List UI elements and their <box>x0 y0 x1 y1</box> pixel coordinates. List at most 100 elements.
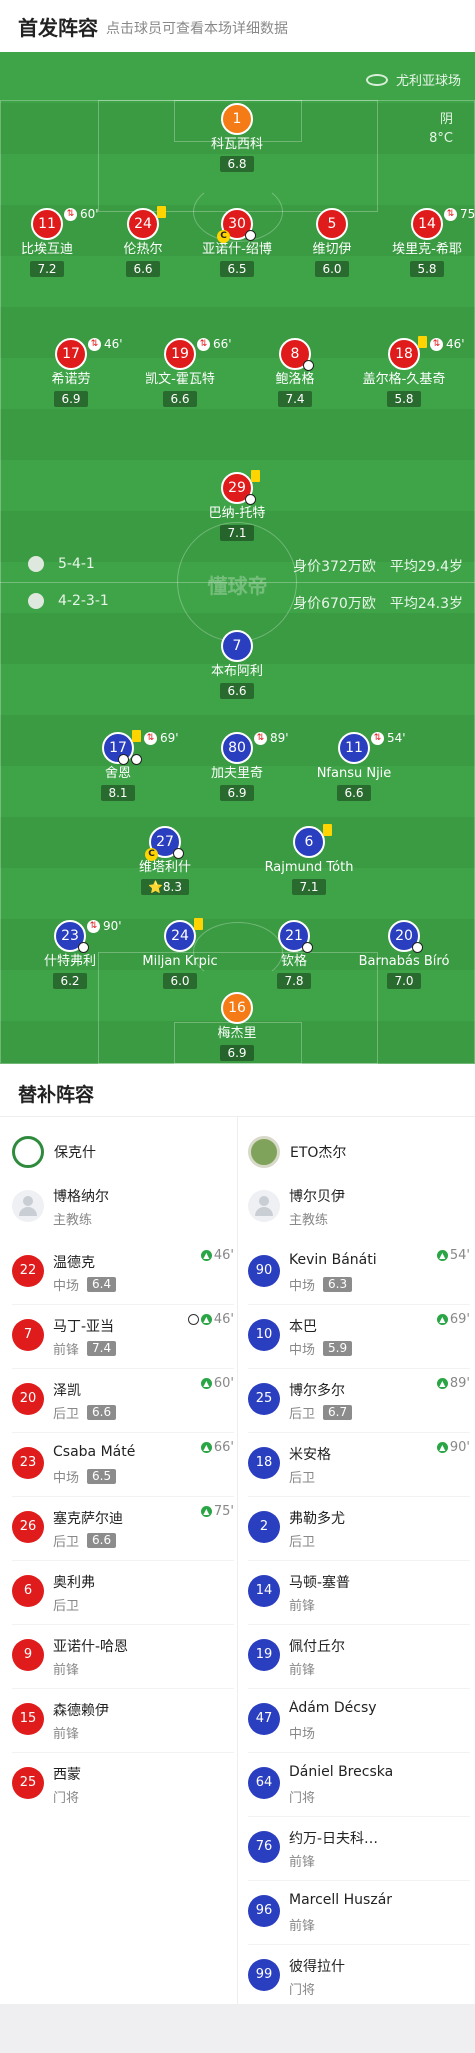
player-home-14[interactable]: 14 ⇅75' 埃里克-希耶 5.8 <box>362 207 475 277</box>
sub-minute: 89' <box>270 731 289 745</box>
sub-name: 马丁-亚当 <box>53 1319 115 1335</box>
player-away-27[interactable]: 27 C 维塔利什 ⭐8.3 <box>100 826 230 895</box>
rating-value: 8.3 <box>162 880 183 894</box>
sub-number: 64 <box>248 1767 280 1799</box>
sub-name: 森德赖伊 <box>53 1703 109 1719</box>
player-rating: 6.6 <box>220 683 254 699</box>
away-sub-47[interactable]: 47 Ádám Décsy 中场 <box>248 1694 470 1744</box>
home-sub-20[interactable]: 20 泽凯 后卫 6.6 ▲ 60' <box>12 1374 234 1424</box>
player-rating: 6.8 <box>220 156 254 172</box>
sub-number: 47 <box>248 1703 280 1735</box>
player-rating: 6.6 <box>126 261 160 277</box>
substitution-icon: ⇅ <box>88 337 101 351</box>
avatar-icon <box>12 1190 44 1222</box>
sub-number: 26 <box>12 1511 44 1543</box>
player-away-20[interactable]: 20 Barnabás Bíró 7.0 <box>339 920 469 989</box>
captain-icon: C <box>217 230 230 243</box>
sub-name: 塞克萨尔迪 <box>53 1511 123 1527</box>
away-sub-19[interactable]: 19 佩付丘尔 前锋 <box>248 1630 470 1680</box>
away-team-header: ETO杰尔 <box>248 1134 346 1170</box>
player-away-17[interactable]: 17 ⇅ 69' 舍恩 8.1 <box>53 730 183 801</box>
player-name: 埃里克-希耶 <box>392 242 462 257</box>
player-number: 30 <box>228 216 246 232</box>
home-sub-23[interactable]: 23 Csaba Máté 中场 6.5 ▲ 66' <box>12 1438 234 1488</box>
player-away-80[interactable]: 80 ⇅ 89' 加夫里奇 6.9 <box>172 731 302 801</box>
sub-off-badge: ⇅ 66' <box>197 337 232 351</box>
away-coach[interactable]: 博尔贝伊 主教练 <box>248 1182 468 1232</box>
away-sub-10[interactable]: 10 本巴 中场 5.9 ▲ 69' <box>248 1310 470 1360</box>
sub-number: 10 <box>248 1319 280 1351</box>
away-sub-64[interactable]: 64 Dániel Brecska 门将 <box>248 1758 470 1808</box>
player-away-16[interactable]: 16 梅杰里 6.9 <box>172 992 302 1061</box>
player-home-18[interactable]: 18 ⇅ 46' 盖尔格-久基奇 5.8 <box>339 336 469 407</box>
player-home-29[interactable]: 29 巴纳-托特 7.1 <box>172 470 302 541</box>
sub-position: 前锋 <box>289 1599 316 1614</box>
sub-in-icon: ▲ <box>200 1314 212 1325</box>
sub-position: 后卫 <box>289 1471 316 1486</box>
sub-name: 博尔多尔 <box>289 1383 345 1399</box>
sub-position: 后卫 <box>53 1535 80 1550</box>
away-sub-99[interactable]: 99 彼得拉什 门将 <box>248 1950 470 2000</box>
player-home-1[interactable]: 1 科瓦西科 6.8 <box>172 103 302 172</box>
home-sub-6[interactable]: 6 奥利弗 后卫 <box>12 1566 234 1616</box>
sub-rating: 6.6 <box>87 1405 117 1420</box>
player-away-7[interactable]: 7 本布阿利 6.6 <box>172 630 302 699</box>
away-sub-14[interactable]: 14 马顿-塞普 前锋 <box>248 1566 470 1616</box>
home-formation: 5-4-1 <box>58 556 95 572</box>
star-icon: ⭐ <box>147 880 163 894</box>
home-sub-9[interactable]: 9 亚诺什-哈恩 前锋 <box>12 1630 234 1680</box>
player-rating: 6.9 <box>220 785 254 801</box>
sub-position: 后卫 <box>289 1407 316 1422</box>
player-away-24[interactable]: 24 Miljan Krpic 6.0 <box>115 918 245 989</box>
pitch: 懂球帝 尤利亚球场 阴 8°C 1 科瓦西科 6.8 11 ⇅ 60' 比埃互迪 … <box>0 52 475 1064</box>
home-coach[interactable]: 博格纳尔 主教练 <box>12 1182 232 1232</box>
sub-minute: 46' <box>446 337 465 351</box>
sub-name: 温德克 <box>53 1255 95 1271</box>
away-sub-25[interactable]: 25 博尔多尔 后卫 6.7 ▲ 89' <box>248 1374 470 1424</box>
player-name: Miljan Krpic <box>142 954 218 969</box>
home-sub-7[interactable]: 7 马丁-亚当 前锋 7.4 ▲ 46' <box>12 1310 234 1360</box>
home-sub-25[interactable]: 25 西蒙 门将 <box>12 1758 234 1808</box>
player-away-6[interactable]: 6 Rajmund Tóth 7.1 <box>244 824 374 895</box>
player-rating: 6.6 <box>163 391 197 407</box>
venue-label: 尤利亚球场 <box>365 70 461 89</box>
home-sub-26[interactable]: 26 塞克萨尔迪 后卫 6.6 ▲ 75' <box>12 1502 234 1552</box>
away-sub-76[interactable]: 76 约万-日夫科… 前锋 <box>248 1822 470 1872</box>
sub-number: 90 <box>248 1255 280 1287</box>
substitution-icon: ⇅ <box>197 337 210 351</box>
sub-position: 前锋 <box>289 1663 316 1678</box>
player-number: 8 <box>290 346 300 362</box>
sub-number: 96 <box>248 1895 280 1927</box>
player-name: 梅杰里 <box>217 1026 257 1041</box>
sub-on-minute: 46' <box>213 1312 234 1327</box>
sub-minute: 54' <box>387 731 406 745</box>
sub-in-icon <box>245 230 256 241</box>
sub-number: 22 <box>12 1255 44 1287</box>
sub-position: 中场 <box>289 1279 316 1294</box>
sub-off-badge: ⇅ 54' <box>371 731 406 745</box>
sub-in-icon: ▲ <box>436 1442 448 1453</box>
player-name: 加夫里奇 <box>210 766 263 781</box>
away-squad-value: 身价670万欧 <box>293 596 376 612</box>
sub-off-badge: ⇅75' <box>444 207 475 221</box>
subs-title: 替补阵容 <box>18 1084 95 1106</box>
away-sub-18[interactable]: 18 米安格 后卫 ▲ 90' <box>248 1438 470 1488</box>
player-home-19[interactable]: 19 ⇅ 66' 凯文-霍瓦特 6.6 <box>115 337 245 407</box>
sub-position: 门将 <box>289 1983 316 1998</box>
sub-number: 20 <box>12 1383 44 1415</box>
player-away-11[interactable]: 11 ⇅ 54' Nfansu Njie 6.6 <box>289 731 419 801</box>
home-sub-22[interactable]: 22 温德克 中场 6.4 ▲ 46' <box>12 1246 234 1296</box>
sub-number: 76 <box>248 1831 280 1863</box>
sub-rating: 7.4 <box>87 1341 117 1356</box>
goal-icon <box>302 942 313 953</box>
home-squad-value: 身价372万欧 <box>293 559 376 575</box>
player-name: 科瓦西科 <box>210 137 263 152</box>
sub-number: 99 <box>248 1959 280 1991</box>
player-rating: 8.1 <box>101 785 135 801</box>
away-sub-90[interactable]: 90 Kevin Bánáti 中场 6.3 ▲ 54' <box>248 1246 470 1296</box>
sub-position: 门将 <box>53 1791 80 1806</box>
away-sub-2[interactable]: 2 弗勒多尤 后卫 <box>248 1502 470 1552</box>
home-sub-15[interactable]: 15 森德赖伊 前锋 <box>12 1694 234 1744</box>
away-sub-96[interactable]: 96 Marcell Huszár 前锋 <box>248 1886 470 1936</box>
sub-in-icon: ▲ <box>436 1378 448 1389</box>
